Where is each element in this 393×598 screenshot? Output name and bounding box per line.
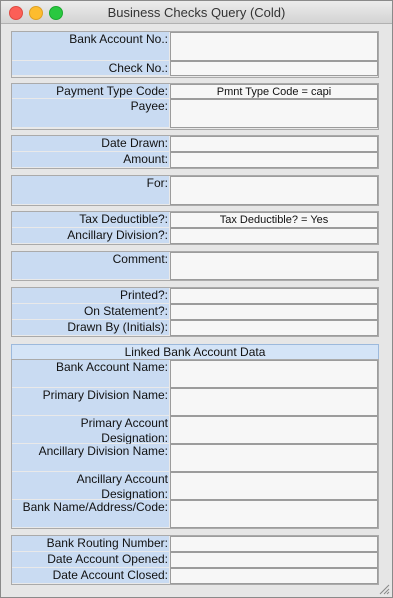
on-statement-label: On Statement?: <box>12 304 169 320</box>
comment-field[interactable] <box>170 252 378 280</box>
payment-type-code-field[interactable]: Pmnt Type Code = capi <box>170 84 378 99</box>
window-title: Business Checks Query (Cold) <box>107 5 286 20</box>
date-account-opened-label: Date Account Opened: <box>12 552 169 568</box>
drawn-by-label: Drawn By (Initials): <box>12 320 169 336</box>
group-date-amount: Date Drawn: Amount: <box>11 135 379 169</box>
group-for: For: <box>11 175 379 206</box>
group-tax: Tax Deductible?: Tax Deductible? = Yes A… <box>11 211 379 245</box>
check-no-label: Check No.: <box>12 61 169 76</box>
ancillary-account-designation-label: Ancillary Account Designation: <box>12 472 169 501</box>
ancillary-division-name-field[interactable] <box>170 444 378 472</box>
bank-routing-number-field[interactable] <box>170 536 378 552</box>
group-linked: Bank Account Name: Primary Division Name… <box>11 359 379 529</box>
check-no-field[interactable] <box>170 61 378 76</box>
ancillary-account-designation-field[interactable] <box>170 472 378 500</box>
amount-field[interactable] <box>170 152 378 168</box>
payment-type-code-label: Payment Type Code: <box>12 84 169 99</box>
bank-routing-number-label: Bank Routing Number: <box>12 536 169 552</box>
for-field[interactable] <box>170 176 378 205</box>
group-routing: Bank Routing Number: Date Account Opened… <box>11 535 379 585</box>
tax-deductible-label: Tax Deductible?: <box>12 212 169 228</box>
bank-name-address-code-label: Bank Name/Address/Code: <box>12 500 169 528</box>
printed-field[interactable] <box>170 288 378 304</box>
for-label: For: <box>12 176 169 205</box>
drawn-by-field[interactable] <box>170 320 378 336</box>
group-payment: Payment Type Code: Pmnt Type Code = capi… <box>11 83 379 130</box>
ancillary-division-field[interactable] <box>170 228 378 244</box>
primary-division-name-field[interactable] <box>170 388 378 416</box>
primary-account-designation-label: Primary Account Designation: <box>12 416 169 445</box>
primary-account-designation-label-line1: Primary Account <box>80 416 168 430</box>
tax-deductible-field[interactable]: Tax Deductible? = Yes <box>170 212 378 228</box>
group-status: Printed?: On Statement?: Drawn By (Initi… <box>11 287 379 337</box>
printed-label: Printed?: <box>12 288 169 304</box>
resize-grip-icon[interactable] <box>378 583 390 595</box>
ancillary-account-designation-label-line1: Ancillary Account <box>76 472 168 486</box>
date-account-closed-field[interactable] <box>170 568 378 584</box>
query-window: Business Checks Query (Cold) Bank Accoun… <box>0 0 393 598</box>
date-drawn-field[interactable] <box>170 136 378 152</box>
date-account-opened-field[interactable] <box>170 552 378 568</box>
bank-account-no-label: Bank Account No.: <box>12 32 169 61</box>
bank-name-address-code-field[interactable] <box>170 500 378 528</box>
ancillary-division-name-label: Ancillary Division Name: <box>12 444 169 472</box>
title-bar[interactable]: Business Checks Query (Cold) <box>1 1 392 24</box>
ancillary-division-label: Ancillary Division?: <box>12 228 169 244</box>
comment-label: Comment: <box>12 252 169 280</box>
bank-account-no-field[interactable] <box>170 32 378 61</box>
primary-account-designation-field[interactable] <box>170 416 378 444</box>
date-drawn-label: Date Drawn: <box>12 136 169 152</box>
on-statement-field[interactable] <box>170 304 378 320</box>
group-comment: Comment: <box>11 251 379 281</box>
linked-bank-account-header: Linked Bank Account Data <box>11 344 379 360</box>
payee-field[interactable] <box>170 99 378 128</box>
group-account: Bank Account No.: Check No.: <box>11 31 379 78</box>
payee-label: Payee: <box>12 99 169 128</box>
bank-account-name-field[interactable] <box>170 360 378 388</box>
amount-label: Amount: <box>12 152 169 168</box>
date-account-closed-label: Date Account Closed: <box>12 568 169 584</box>
bank-account-name-label: Bank Account Name: <box>12 360 169 388</box>
primary-division-name-label: Primary Division Name: <box>12 388 169 416</box>
